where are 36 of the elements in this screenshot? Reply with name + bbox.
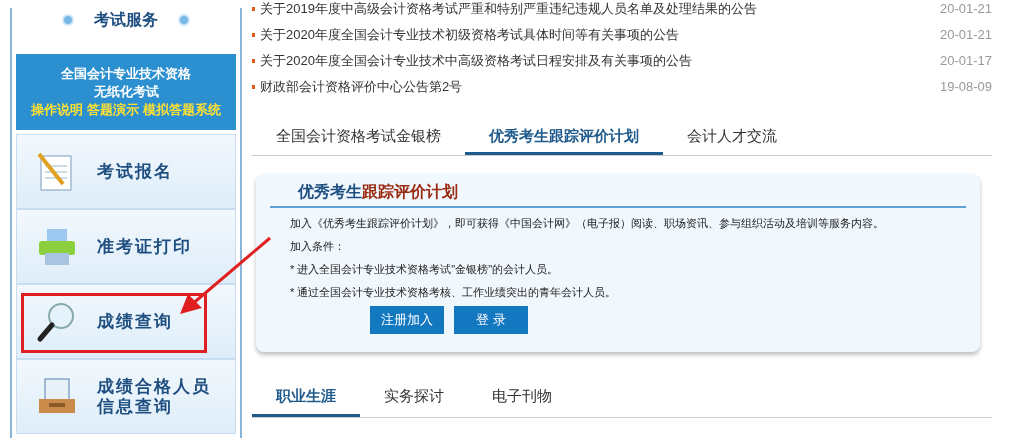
news-date: 20-01-21 (939, 0, 992, 19)
tab[interactable]: 会计人才交流 (663, 120, 801, 155)
sidebar-item-label: 准考证打印 (97, 236, 193, 257)
sidebar-item[interactable]: 准考证打印 (16, 209, 236, 284)
sidebar-item[interactable]: 成绩查询 (16, 284, 236, 359)
card-title: 优秀考生跟踪评价计划 (298, 183, 458, 200)
news-link[interactable]: 关于2020年度全国会计专业技术中高级资格考试日程安排及有关事项的公告 (260, 51, 940, 71)
bullet-icon (252, 7, 255, 11)
tab[interactable]: 优秀考生跟踪评价计划 (465, 120, 663, 155)
card-button[interactable]: 登 录 (454, 306, 528, 334)
section-title: 考试服务 (94, 10, 158, 30)
card-text: * 通过全国会计专业技术资格考核、工作业绩突出的青年会计人员。 (290, 285, 618, 300)
bullet-icon (252, 59, 255, 63)
news-link[interactable]: 关于2019年度中高级会计资格考试严重和特别严重违纪违规人员名单及处理结果的公告 (260, 0, 940, 19)
sidebar-item[interactable]: 考试报名 (16, 134, 236, 209)
sidebar-item[interactable]: 成绩合格人员信息查询 (16, 359, 236, 434)
banner-subtitle: 无纸化考试 (93, 83, 159, 101)
bullet-icon (252, 85, 255, 89)
sidebar-item-label: 考试报名 (97, 161, 174, 182)
news-date: 20-01-17 (939, 52, 992, 71)
card-text: 加入条件： (290, 239, 346, 254)
tab[interactable]: 职业生涯 (252, 378, 360, 417)
card-text: * 进入全国会计专业技术资格考试"金银榜"的会计人员。 (290, 262, 560, 277)
tab[interactable]: 电子刊物 (468, 378, 576, 417)
news-date: 19-08-09 (939, 78, 992, 97)
tab[interactable]: 实务探讨 (360, 378, 468, 417)
sidebar-item-label: 成绩合格人员信息查询 (97, 376, 212, 417)
news-link[interactable]: 财政部会计资格评价中心公告第2号 (260, 77, 940, 97)
news-date: 20-01-21 (939, 26, 992, 45)
card-button[interactable]: 注册加入 (370, 306, 444, 334)
news-link[interactable]: 关于2020年度全国会计专业技术初级资格考试具体时间等有关事项的公告 (260, 25, 940, 45)
card-text: 加入《优秀考生跟踪评价计划》，即可获得《中国会计网》（电子报）阅读、职场资讯、参与组织活动及培训等服务内容。 (290, 216, 885, 231)
sidebar-item-label: 成绩查询 (97, 311, 174, 332)
bullet-icon (252, 33, 255, 37)
tab[interactable]: 全国会计资格考试金银榜 (252, 120, 465, 155)
banner-title: 全国会计专业技术资格 (61, 65, 191, 83)
